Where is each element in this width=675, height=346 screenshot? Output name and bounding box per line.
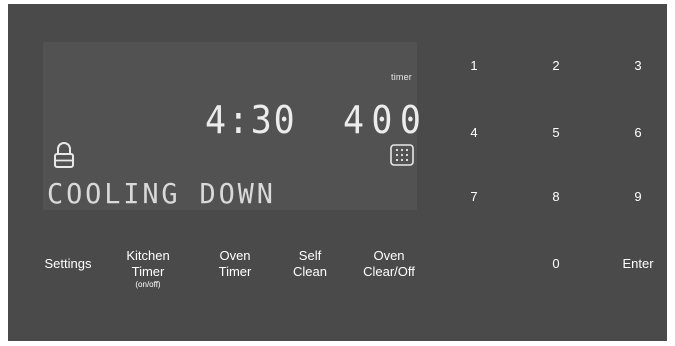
kitchen-timer-button-label: Kitchen Timer (126, 248, 170, 279)
keypad-8-button[interactable]: 8 (536, 189, 576, 205)
keypad-1-button[interactable]: 1 (454, 58, 494, 74)
status-message: COOLING DOWN (47, 177, 276, 210)
keypad-9-button[interactable]: 9 (618, 189, 658, 205)
kitchen-timer-sub-label: (on/off) (135, 280, 161, 289)
temperature-readout: 400 (343, 98, 429, 142)
keypad-0-button[interactable]: 0 (536, 256, 576, 272)
oven-clear-off-button[interactable]: Oven Clear/Off (353, 248, 425, 280)
keypad-4-button[interactable]: 4 (454, 125, 494, 141)
oven-clear-off-button-label: Oven Clear/Off (363, 248, 415, 279)
lock-icon (54, 142, 74, 168)
keypad-7-button[interactable]: 7 (454, 189, 494, 205)
self-clean-button-label: Self Clean (293, 248, 327, 279)
oven-timer-button[interactable]: Oven Timer (205, 248, 265, 280)
keypad-5-button[interactable]: 5 (536, 125, 576, 141)
self-clean-button[interactable]: Self Clean (285, 248, 335, 280)
oven-timer-button-label: Oven Timer (218, 248, 252, 279)
keypad-6-button[interactable]: 6 (618, 125, 658, 141)
control-panel: timer 4:30 400 COOLING DOWN Settings Kit… (8, 4, 667, 341)
lcd-display: timer 4:30 400 COOLING DOWN (43, 42, 421, 210)
settings-button[interactable]: Settings (38, 256, 98, 272)
enter-button[interactable]: Enter (612, 256, 664, 272)
kitchen-timer-button[interactable]: Kitchen Timer (on/off) (118, 248, 178, 290)
keypad-2-button[interactable]: 2 (536, 58, 576, 74)
oven-rack-icon (390, 144, 414, 166)
clock-readout: 4:30 (205, 98, 297, 142)
settings-button-label: Settings (44, 256, 92, 271)
keypad-3-button[interactable]: 3 (618, 58, 658, 74)
timer-label: timer (391, 72, 412, 82)
